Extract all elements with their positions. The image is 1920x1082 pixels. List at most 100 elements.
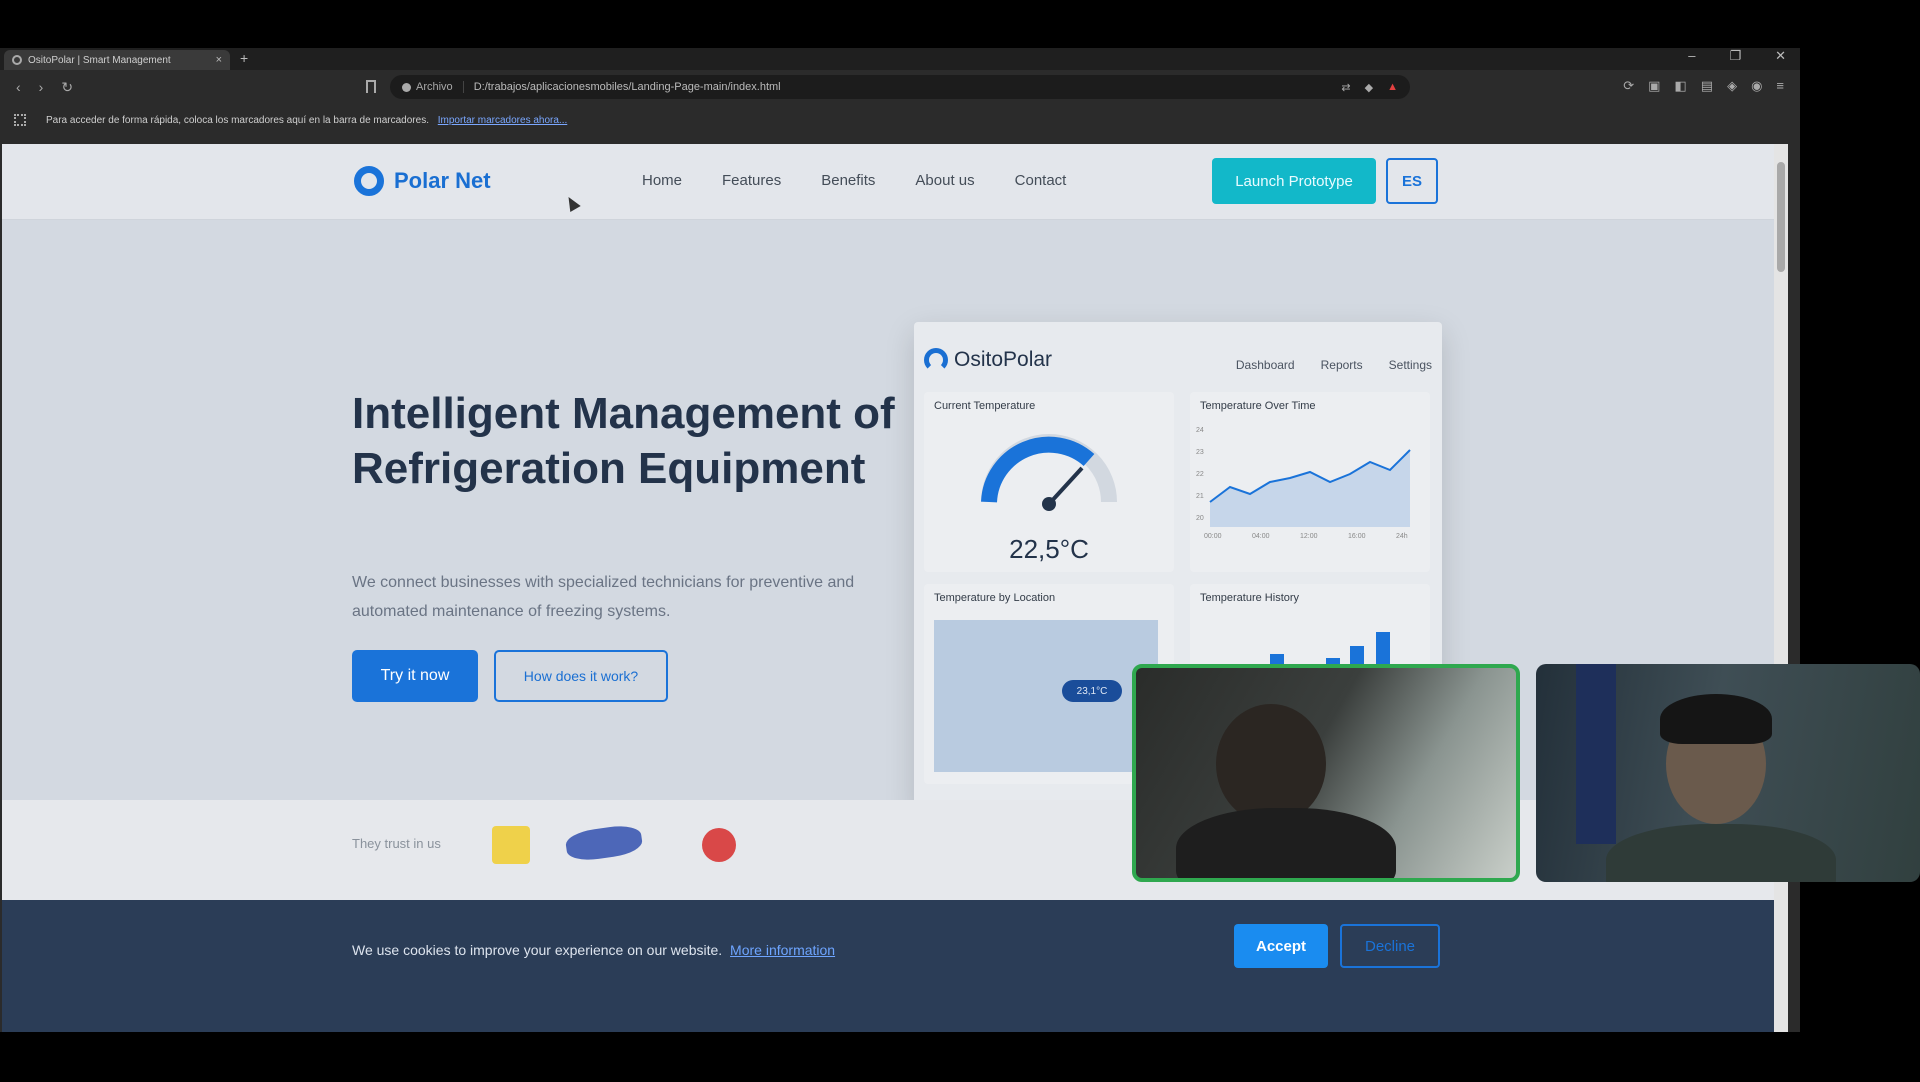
nav-about[interactable]: About us — [915, 172, 974, 189]
url-text[interactable]: D:/trabajos/aplicacionesmobiles/Landing-… — [474, 81, 1332, 93]
shield-icon[interactable]: ◆ — [1365, 81, 1373, 94]
card-title: Temperature History — [1200, 592, 1300, 604]
launch-prototype-button[interactable]: Launch Prototype — [1212, 158, 1376, 204]
nav-home[interactable]: Home — [642, 172, 682, 189]
tab-close-icon[interactable]: × — [216, 54, 222, 66]
try-it-now-button[interactable]: Try it now — [352, 650, 478, 702]
cookie-message: We use cookies to improve your experienc… — [352, 942, 723, 958]
bookmarks-bar: Para acceder de forma rápida, coloca los… — [0, 104, 1800, 136]
browser-toolbar: ‹ › ↻ Archivo D:/trabajos/aplicacionesmo… — [0, 70, 1800, 104]
y-tick: 23 — [1196, 449, 1204, 456]
how-does-it-work-button[interactable]: How does it work? — [494, 650, 668, 702]
participant-body — [1176, 808, 1396, 878]
dashboard-nav: Dashboard Reports Settings — [1236, 358, 1432, 372]
x-tick: 00:00 — [1204, 533, 1222, 540]
apps-icon[interactable] — [14, 114, 26, 126]
page-viewport: Polar Net Home Features Benefits About u… — [2, 144, 1788, 1032]
gauge-icon — [981, 434, 1117, 511]
menu-icon[interactable]: ≡ — [1776, 78, 1784, 94]
back-icon[interactable]: ‹ — [16, 79, 21, 96]
x-tick: 12:00 — [1300, 533, 1318, 540]
address-extensions: ⇄ ◆ ▲ — [1341, 81, 1398, 94]
nav-contact[interactable]: Contact — [1015, 172, 1067, 189]
rewards-icon[interactable]: ▲ — [1387, 81, 1398, 94]
cookie-text: We use cookies to improve your experienc… — [352, 942, 835, 958]
nav-features[interactable]: Features — [722, 172, 781, 189]
import-bookmarks-link[interactable]: Importar marcadores ahora... — [438, 115, 568, 126]
wallet-icon[interactable]: ◈ — [1727, 78, 1737, 94]
forward-icon[interactable]: › — [39, 79, 44, 96]
current-temp-value: 22,5°C — [1009, 534, 1089, 564]
polar-ring-icon — [354, 166, 384, 196]
participant-body — [1606, 824, 1836, 882]
card-title: Temperature by Location — [934, 592, 1056, 604]
cookie-banner: We use cookies to improve your experienc… — [2, 900, 1774, 1032]
dashboard-nav-settings: Settings — [1388, 358, 1432, 372]
close-window-icon[interactable]: ✕ — [1775, 48, 1786, 64]
participant-hair — [1660, 694, 1772, 744]
tab-title: OsitoPolar | Smart Management — [28, 54, 171, 66]
translate-icon[interactable]: ⇄ — [1341, 81, 1350, 94]
client-logo — [564, 822, 644, 864]
decline-cookies-button[interactable]: Decline — [1340, 924, 1440, 968]
dashboard-nav-reports: Reports — [1320, 358, 1363, 372]
site-header: Polar Net Home Features Benefits About u… — [2, 144, 1774, 220]
address-bar[interactable]: Archivo D:/trabajos/aplicacionesmobiles/… — [390, 75, 1410, 99]
mouse-cursor-icon — [563, 193, 581, 213]
line-chart: 24 23 22 21 20 00:00 04:00 12:00 16:00 2… — [1196, 427, 1411, 540]
dashboard-logo: OsitoPolar — [924, 348, 1052, 372]
client-logo — [702, 828, 736, 862]
extension-icon[interactable]: ⟳ — [1623, 78, 1634, 94]
y-tick: 20 — [1196, 515, 1204, 522]
browser-tab[interactable]: OsitoPolar | Smart Management × — [4, 50, 230, 70]
new-tab-button[interactable]: + — [240, 50, 248, 66]
info-icon — [402, 82, 411, 92]
address-chip-label: Archivo — [416, 81, 453, 93]
dashboard-nav-dashboard: Dashboard — [1235, 358, 1295, 372]
reload-icon[interactable]: ↻ — [61, 79, 73, 96]
client-logo — [492, 826, 530, 864]
nav-buttons: ‹ › ↻ — [0, 79, 73, 96]
reading-list-icon[interactable]: ▤ — [1701, 78, 1713, 94]
site-brand: Polar Net — [394, 168, 491, 193]
hero-title: Intelligent Management of Refrigeration … — [352, 389, 895, 493]
background-door — [1576, 664, 1616, 844]
participant-head — [1216, 704, 1326, 824]
y-tick: 22 — [1196, 471, 1204, 478]
screenshot-icon[interactable]: ▣ — [1648, 78, 1660, 94]
page-scrollbar[interactable] — [1774, 144, 1788, 1032]
temp-over-time-card: Temperature Over Time 24 23 22 21 20 00:… — [1190, 392, 1430, 572]
y-tick: 21 — [1196, 493, 1204, 500]
y-tick: 24 — [1196, 427, 1204, 434]
tab-strip: OsitoPolar | Smart Management × + – ❐ ✕ — [0, 48, 1800, 70]
accept-cookies-button[interactable]: Accept — [1234, 924, 1328, 968]
video-tile-active-speaker[interactable] — [1132, 664, 1520, 882]
bookmarks-hint-text: Para acceder de forma rápida, coloca los… — [46, 114, 429, 126]
nav-benefits[interactable]: Benefits — [821, 172, 875, 189]
x-tick: 04:00 — [1252, 533, 1270, 540]
x-tick: 24h — [1396, 533, 1408, 540]
language-button[interactable]: ES — [1386, 158, 1438, 204]
window-controls: – ❐ ✕ — [1688, 48, 1786, 64]
sidebar-icon[interactable]: ◧ — [1674, 78, 1686, 94]
scrollbar-thumb[interactable] — [1777, 162, 1785, 272]
minimize-icon[interactable]: – — [1688, 48, 1695, 64]
bookmarks-hint: Para acceder de forma rápida, coloca los… — [46, 115, 567, 126]
dashboard-brand: OsitoPolar — [954, 348, 1053, 371]
trust-label: They trust in us — [352, 836, 441, 851]
vpn-icon[interactable]: ◉ — [1751, 78, 1762, 94]
location-map: 23,1°C — [934, 620, 1158, 772]
video-tile-self[interactable] — [1536, 664, 1920, 882]
maximize-icon[interactable]: ❐ — [1729, 48, 1741, 64]
cookie-more-info-link[interactable]: More information — [730, 942, 835, 958]
x-tick: 16:00 — [1348, 533, 1366, 540]
screen: OsitoPolar | Smart Management × + – ❐ ✕ … — [0, 0, 1920, 1082]
browser-window: OsitoPolar | Smart Management × + – ❐ ✕ … — [0, 48, 1800, 1032]
card-title: Current Temperature — [934, 400, 1036, 412]
bookmark-icon[interactable] — [366, 80, 376, 93]
site-logo[interactable]: Polar Net — [354, 166, 491, 196]
tab-favicon-icon — [12, 55, 22, 65]
site-nav: Home Features Benefits About us Contact — [642, 172, 1066, 189]
current-temp-card: Current Temperature 22,5°C — [924, 392, 1174, 572]
card-title: Temperature Over Time — [1200, 400, 1316, 412]
